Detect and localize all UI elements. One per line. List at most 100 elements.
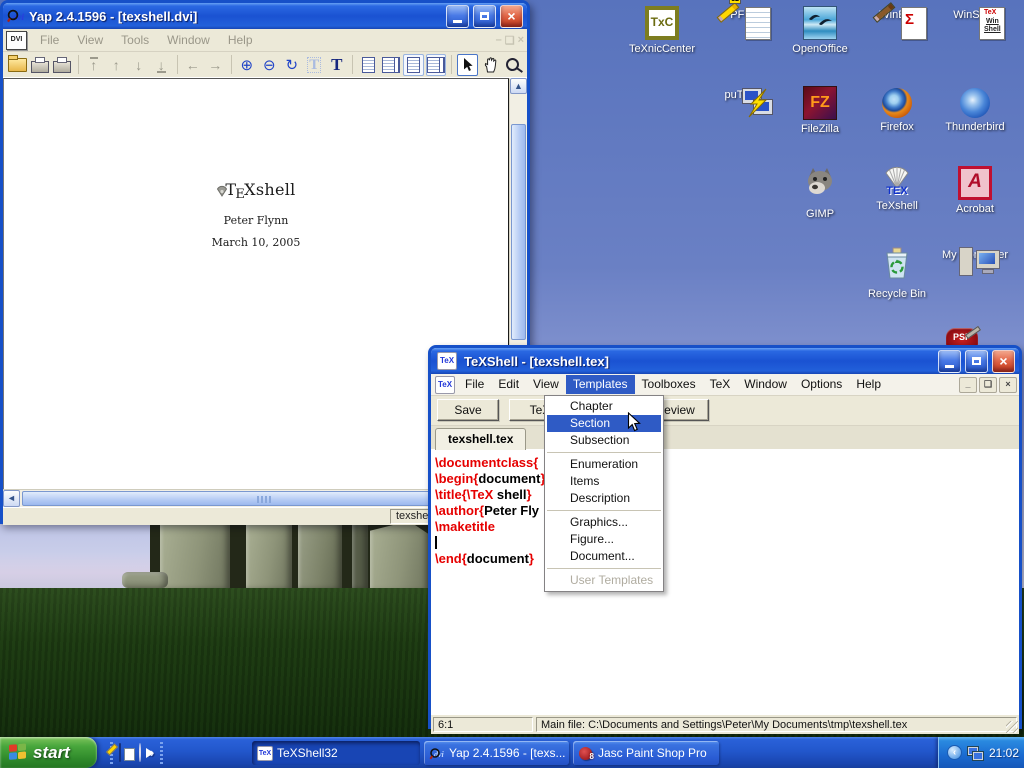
desktop-icon-label: TeXnicCenter: [623, 43, 701, 55]
mdi-restore-icon[interactable]: ❏: [505, 34, 515, 47]
continuous-facing-view-button[interactable]: [426, 54, 447, 76]
text-outline-button[interactable]: T: [304, 54, 325, 76]
desktop-icon-putty[interactable]: puTTY: [702, 86, 780, 101]
texshell-minimize-button[interactable]: [938, 350, 961, 373]
texshell-menu-edit[interactable]: Edit: [491, 375, 526, 394]
start-label: start: [33, 743, 70, 763]
templates-menu-item-enumeration[interactable]: Enumeration: [545, 456, 663, 473]
yap-menu-tools[interactable]: Tools: [112, 33, 158, 47]
desktop-icon-pfe[interactable]: 32PFE: [702, 6, 780, 21]
open-file-button[interactable]: [7, 54, 28, 76]
yap-maximize-button[interactable]: [473, 5, 496, 28]
texshell-title-bar[interactable]: TeX TeXShell - [texshell.tex] ×: [431, 348, 1019, 374]
mdi-close-button[interactable]: ×: [999, 377, 1017, 393]
last-page-button[interactable]: ↓: [151, 54, 172, 76]
next-page-button[interactable]: ↓: [129, 54, 150, 76]
zoom-out-button[interactable]: ⊖: [259, 54, 280, 76]
previous-page-button[interactable]: ↑: [106, 54, 127, 76]
zoom-in-button[interactable]: ⊕: [237, 54, 258, 76]
texshell-close-button[interactable]: ×: [992, 350, 1015, 373]
taskbar-button-yap[interactable]: dviYap 2.4.1596 - [texs...: [424, 741, 569, 765]
yap-menu-help[interactable]: Help: [219, 33, 262, 47]
desktop-icon-gimp[interactable]: GIMP: [781, 166, 859, 220]
tab-texshell-tex[interactable]: texshell.tex: [435, 428, 526, 450]
texshell-menu-file[interactable]: File: [458, 375, 491, 394]
texshell-menu-options[interactable]: Options: [794, 375, 849, 394]
desktop-icon-firefox[interactable]: Firefox: [858, 86, 936, 133]
desktop-icon-winshell[interactable]: TeXWinShellWinShell: [936, 6, 1014, 21]
taskbar-clock[interactable]: 21:02: [989, 746, 1019, 760]
refresh-button[interactable]: ↻: [282, 54, 303, 76]
texshell-menu-templates[interactable]: Templates: [566, 375, 635, 394]
texshell-menu-tex[interactable]: TeX: [703, 375, 738, 394]
texshell-editor[interactable]: \documentclass{\begin{document}\title{\T…: [431, 450, 1019, 714]
texshell-maximize-button[interactable]: [965, 350, 988, 373]
network-status-icon[interactable]: [967, 746, 984, 760]
vertical-scroll-thumb[interactable]: [511, 124, 526, 340]
templates-menu-item-section[interactable]: Section: [547, 415, 661, 432]
mdi-minimize-button[interactable]: _: [959, 377, 977, 393]
acrobat-icon: A: [936, 166, 1014, 200]
first-page-button[interactable]: ↑: [84, 54, 105, 76]
desktop-icon-texniccenter[interactable]: TxCTeXnicCenter: [623, 6, 701, 55]
yap-menu-file[interactable]: File: [31, 33, 68, 47]
quick-launch-bar: »: [102, 737, 163, 768]
desktop-icon-openoffice[interactable]: OpenOffice: [781, 6, 859, 55]
magnify-tool-button[interactable]: [502, 54, 523, 76]
tray-collapse-button[interactable]: ‹: [947, 745, 962, 760]
desktop-icon-my-computer[interactable]: My Computer: [936, 246, 1014, 261]
resize-grip[interactable]: [1006, 721, 1018, 733]
text-render-button[interactable]: T: [327, 54, 348, 76]
select-tool-button[interactable]: [457, 54, 478, 76]
mdi-minimize-icon[interactable]: –: [496, 34, 502, 47]
texshell-menu-toolboxes[interactable]: Toolboxes: [635, 375, 703, 394]
desktop-icon-thunderbird[interactable]: Thunderbird: [936, 86, 1014, 133]
print-button[interactable]: [30, 54, 51, 76]
editor-line: \begin{document}: [435, 471, 1019, 487]
templates-menu-item-chapter[interactable]: Chapter: [545, 398, 663, 415]
taskbar-button-psp[interactable]: 8Jasc Paint Shop Pro: [573, 741, 719, 765]
desktop-icon-texshell[interactable]: TEXTeXshell: [858, 166, 936, 212]
save-button[interactable]: Save: [437, 399, 499, 421]
templates-menu-item-document---[interactable]: Document...: [545, 548, 663, 565]
texshell-menu-window[interactable]: Window: [737, 375, 794, 394]
scroll-left-button[interactable]: ◄: [3, 490, 20, 507]
single-page-view-button[interactable]: [358, 54, 379, 76]
mdi-close-icon[interactable]: ×: [518, 34, 524, 47]
continuous-view-button[interactable]: [403, 54, 424, 76]
quick-launch-media-player[interactable]: [139, 744, 141, 762]
taskbar-button-texshell[interactable]: TeXTeXShell32: [252, 741, 420, 765]
system-tray: ‹ 21:02: [938, 737, 1024, 768]
firefox-icon: [858, 88, 936, 118]
texshell-mdi-buttons: _ ❏ ×: [957, 377, 1017, 393]
print-setup-button[interactable]: [52, 54, 73, 76]
templates-menu-item-items[interactable]: Items: [545, 473, 663, 490]
desktop-icon-acrobat[interactable]: AAcrobat: [936, 166, 1014, 215]
templates-menu-item-figure---[interactable]: Figure...: [545, 531, 663, 548]
desktop-icon-winedt[interactable]: ΣWinEdt: [858, 6, 936, 21]
texshell-menu-view[interactable]: View: [526, 375, 566, 394]
yap-menu-window[interactable]: Window: [158, 33, 219, 47]
yap-minimize-button[interactable]: [446, 5, 469, 28]
templates-menu-item-subsection[interactable]: Subsection: [545, 432, 663, 449]
yap-close-button[interactable]: ×: [500, 5, 523, 28]
yap-menu-view[interactable]: View: [68, 33, 112, 47]
desktop-icon-recycle-bin[interactable]: Recycle Bin: [858, 246, 936, 300]
texshell-menu-help[interactable]: Help: [849, 375, 888, 394]
yap-document-icon[interactable]: DVI: [6, 31, 27, 50]
double-page-view-button[interactable]: [381, 54, 402, 76]
quick-launch-show-desktop[interactable]: [119, 744, 121, 762]
desktop-icon-filezilla[interactable]: FZFileZilla: [781, 86, 859, 135]
templates-menu-item-graphics---[interactable]: Graphics...: [545, 514, 663, 531]
start-button[interactable]: start: [0, 737, 97, 768]
hand-tool-button[interactable]: [480, 54, 501, 76]
toolbar-handle[interactable]: [160, 742, 163, 764]
forward-button[interactable]: →: [205, 54, 226, 76]
mdi-restore-button[interactable]: ❏: [979, 377, 997, 393]
templates-menu-item-description[interactable]: Description: [545, 490, 663, 507]
scroll-up-button[interactable]: ▲: [510, 78, 527, 94]
code-segment: }: [529, 551, 534, 566]
texshell-document-icon[interactable]: TeX: [435, 376, 455, 394]
yap-title-bar[interactable]: dvi Yap 2.4.1596 - [texshell.dvi] ×: [3, 3, 527, 29]
back-button[interactable]: ←: [183, 54, 204, 76]
